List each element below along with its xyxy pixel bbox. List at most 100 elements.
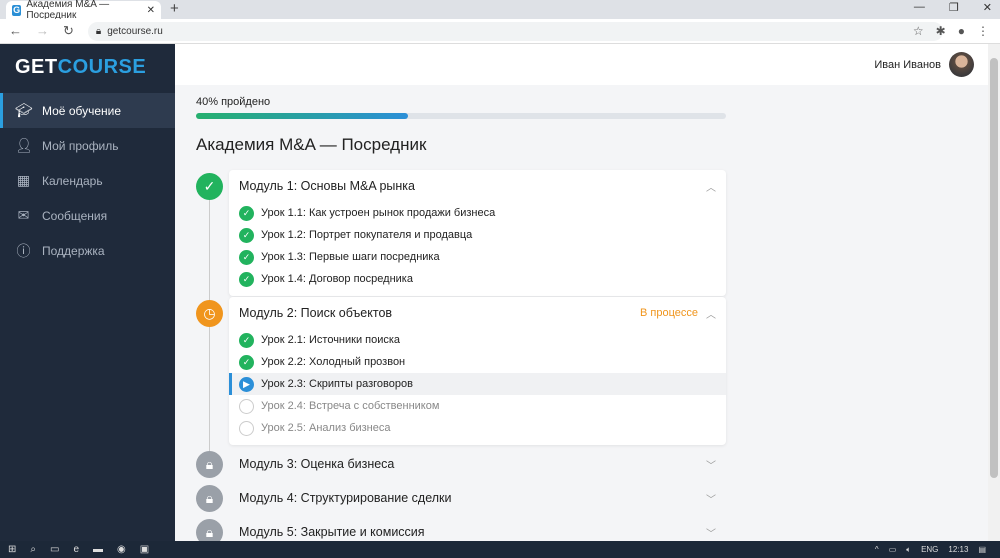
sidebar-item-label: Календарь [42,173,103,188]
back-icon[interactable]: ← [9,23,22,39]
search-icon[interactable]: ⌕ [30,544,36,555]
tab-title: Академия M&A — Посредник [26,0,110,21]
check-icon: ✓ [239,205,254,221]
check-icon: ✓ [239,227,254,243]
browser-tab-bar: G Академия M&A — Посредник ✕ + — ❐ ✕ [0,0,1000,21]
restore-icon[interactable]: ❐ [949,1,959,14]
lesson-item[interactable]: ✓ Урок 1.4: Договор посредника [229,268,726,290]
chevron-up-icon[interactable]: ︿ [706,306,716,321]
sidebar-item-label: Поддержка [42,243,105,258]
user-icon: 👤︎ [15,137,33,153]
module-header[interactable]: Модуль 2: Поиск объектов В процессе ︿ [229,297,726,329]
profile-icon[interactable]: ● [958,24,965,38]
scrollbar-thumb[interactable] [990,58,998,478]
task-view-icon[interactable]: ▭ [50,544,59,555]
clock[interactable]: 12:13 [948,545,968,554]
close-window-icon[interactable]: ✕ [983,1,992,14]
check-icon: ✓ [239,332,254,348]
chevron-down-icon[interactable]: ﹀ [706,525,716,540]
lesson-item[interactable]: ✓ Урок 2.2: Холодный прозвон [229,351,726,373]
url-text: getcourse.ru [107,25,163,37]
module-card-locked[interactable]: Модуль 3: Оценка бизнеса ﹀ [229,448,726,480]
lock-icon: 🔒︎ [95,25,102,37]
chrome-icon[interactable]: ◉ [117,544,126,555]
sidebar: GETCOURSE 🎓︎ Моё обучение 👤︎ Мой профиль ▦… [0,44,175,541]
url-input[interactable]: 🔒︎ getcourse.ru [87,21,943,41]
clock-icon: ◷ [196,300,223,327]
store-icon[interactable]: ▣ [140,544,149,555]
lesson-item[interactable]: ✓ Урок 1.2: Портрет покупателя и продавца [229,224,726,246]
sidebar-item-label: Моё обучение [42,103,122,118]
check-icon: ✓ [196,173,223,200]
lesson-item[interactable]: ✓ Урок 1.3: Первые шаги посредника [229,246,726,268]
windows-start-icon[interactable]: ⊞ [8,544,16,555]
chevron-up-icon[interactable]: ^ [875,545,879,554]
lesson-item[interactable]: Урок 2.5: Анализ бизнеса [229,417,726,439]
sidebar-item-label: Сообщения [42,208,108,223]
mail-icon: ✉ [17,207,30,223]
calendar-icon: ▦ [16,172,31,188]
module-title: Модуль 4: Структурирование сделки [239,491,452,505]
progress-fill [196,113,408,119]
lesson-item[interactable]: Урок 2.4: Встреча с собственником [229,395,726,417]
lock-icon: 🔒︎ [196,451,223,478]
empty-circle-icon [239,420,254,436]
sidebar-item-support[interactable]: ⓘ Поддержка [0,233,175,268]
module-card: Модуль 1: Основы M&A рынка ︿ ✓ Урок 1.1: К… [229,170,726,296]
lock-icon: 🔒︎ [196,485,223,512]
scrollbar[interactable] [988,44,1000,541]
menu-icon[interactable]: ⋮ [977,24,989,38]
module-title: Модуль 1: Основы M&A рынка [239,179,416,193]
sidebar-item-calendar[interactable]: ▦ Календарь [0,163,175,198]
minimize-icon[interactable]: — [914,1,925,14]
lesson-item[interactable]: ✓ Урок 2.1: Источники поиска [229,329,726,351]
check-icon: ✓ [239,249,254,265]
module-header[interactable]: Модуль 1: Основы M&A рынка ︿ [229,170,726,202]
new-tab-button[interactable]: + [170,0,179,17]
network-icon[interactable]: ▭ [889,545,897,554]
star-icon[interactable]: ☆ [913,24,924,38]
logo[interactable]: GETCOURSE [15,56,146,79]
sidebar-item-my-learning[interactable]: 🎓︎ Моё обучение [0,93,175,128]
page-title: Академия M&A — Посредник [196,135,427,154]
play-icon: ▶ [239,376,254,392]
volume-icon[interactable]: 🔈︎ [906,545,911,555]
chevron-down-icon[interactable]: ﹀ [706,491,716,506]
edge-icon[interactable]: e [73,544,79,555]
forward-icon[interactable]: → [36,23,49,39]
graduation-cap-icon: 🎓︎ [15,102,33,118]
header: Иван Иванов [175,44,988,85]
chevron-down-icon[interactable]: ﹀ [706,457,716,472]
sidebar-item-label: Мой профиль [42,138,119,153]
sidebar-item-profile[interactable]: 👤︎ Мой профиль [0,128,175,163]
reload-icon[interactable]: ↻ [63,23,74,39]
taskbar: ⊞ ⌕ ▭ e ▬ ◉ ▣ ^ ▭ 🔈︎ ENG 12:13 ▤ [0,541,1000,558]
user-name: Иван Иванов [874,58,941,71]
progress-bar [196,113,726,119]
check-icon: ✓ [239,271,254,287]
browser-tab[interactable]: G Академия M&A — Посредник ✕ [6,0,161,21]
module-card: Модуль 2: Поиск объектов В процессе ︿ ✓ Уро… [229,297,726,445]
module-title: Модуль 3: Оценка бизнеса [239,457,395,471]
extensions-icon[interactable]: ✱ [936,24,946,38]
avatar [949,52,974,77]
check-icon: ✓ [239,354,254,370]
lesson-item[interactable]: ✓ Урок 1.1: Как устроен рынок продажи биз… [229,202,726,224]
notifications-icon[interactable]: ▤ [978,545,986,554]
module-title: Модуль 5: Закрытие и комиссия [239,525,425,539]
folder-icon[interactable]: ▬ [93,544,103,555]
chevron-up-icon[interactable]: ︿ [706,179,716,194]
language-indicator[interactable]: ENG [921,545,938,554]
sidebar-item-messages[interactable]: ✉ Сообщения [0,198,175,233]
module-card-locked[interactable]: Модуль 4: Структурирование сделки ﹀ [229,482,726,514]
progress-label: 40% пройдено [196,96,271,108]
help-icon: ⓘ [16,242,31,259]
status-badge: В процессе [640,307,698,319]
address-bar-row: ← → ↻ 🔒︎ getcourse.ru ☆ ✱ ● ⋮ [0,19,1000,44]
favicon-icon: G [12,4,22,16]
lesson-item-current[interactable]: ▶ Урок 2.3: Скрипты разговоров [229,373,726,395]
empty-circle-icon [239,398,254,414]
close-tab-icon[interactable]: ✕ [147,5,155,16]
module-title: Модуль 2: Поиск объектов [239,306,393,320]
user-menu[interactable]: Иван Иванов [874,52,974,77]
